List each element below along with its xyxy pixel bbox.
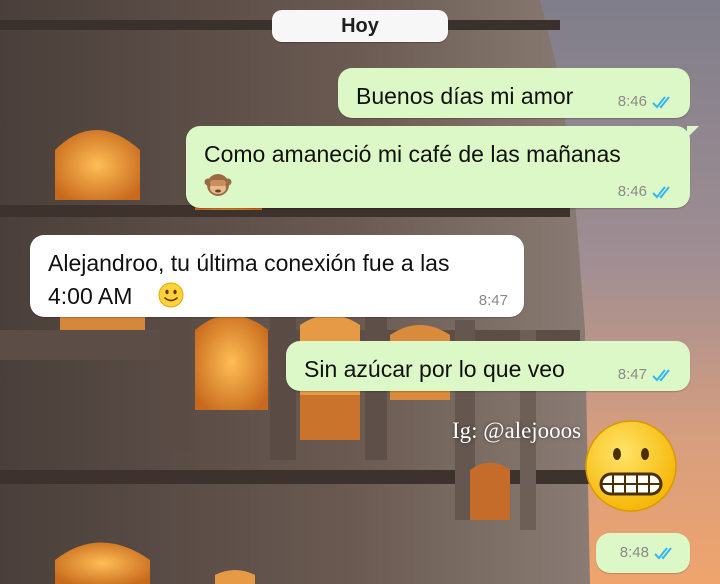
message-meta: 8:47 xyxy=(479,293,508,309)
see-no-evil-monkey-emoji-icon xyxy=(204,174,232,196)
double-check-read-icon xyxy=(652,186,670,199)
double-check-read-icon xyxy=(652,369,670,382)
message-time: 8:46 xyxy=(617,93,647,110)
message-meta: 8:48 xyxy=(620,545,676,561)
double-check-read-icon xyxy=(654,547,672,560)
message-text-line1: Alejandroo, tu última conexión fue a las xyxy=(48,250,450,276)
message-bubble-outgoing[interactable]: Como amaneció mi café de las mañanas 8:4… xyxy=(186,126,699,208)
message-time: 8:46 xyxy=(617,183,647,200)
message-text-line2: 4:00 AM xyxy=(48,283,133,309)
date-separator: Hoy xyxy=(272,10,448,42)
message-text: Sin azúcar por lo que veo xyxy=(304,356,565,382)
message-bubble-outgoing[interactable]: 8:48 xyxy=(596,533,690,573)
message-time: 8:48 xyxy=(619,544,649,561)
message-bubble-incoming[interactable]: Alejandroo, tu última conexión fue a las… xyxy=(30,235,524,317)
message-text: Como amaneció mi café de las mañanas xyxy=(204,141,621,167)
message-meta: 8:47 xyxy=(618,367,674,383)
message-meta: 8:46 xyxy=(618,94,674,110)
message-text: Buenos días mi amor xyxy=(356,83,574,109)
instagram-watermark: Ig: @alejooos xyxy=(452,418,582,443)
message-time: 8:47 xyxy=(478,292,508,309)
slightly-smiling-face-emoji-icon xyxy=(158,282,184,308)
message-meta: 8:46 xyxy=(618,184,674,200)
bubble-tail xyxy=(687,126,699,138)
grimacing-face-emoji-icon xyxy=(585,420,677,512)
message-bubble-outgoing[interactable]: Sin azúcar por lo que veo 8:47 xyxy=(286,341,690,391)
date-label: Hoy xyxy=(341,14,379,37)
message-bubble-outgoing[interactable]: Buenos días mi amor 8:46 xyxy=(338,68,690,118)
message-time: 8:47 xyxy=(617,366,647,383)
double-check-read-icon xyxy=(652,96,670,109)
